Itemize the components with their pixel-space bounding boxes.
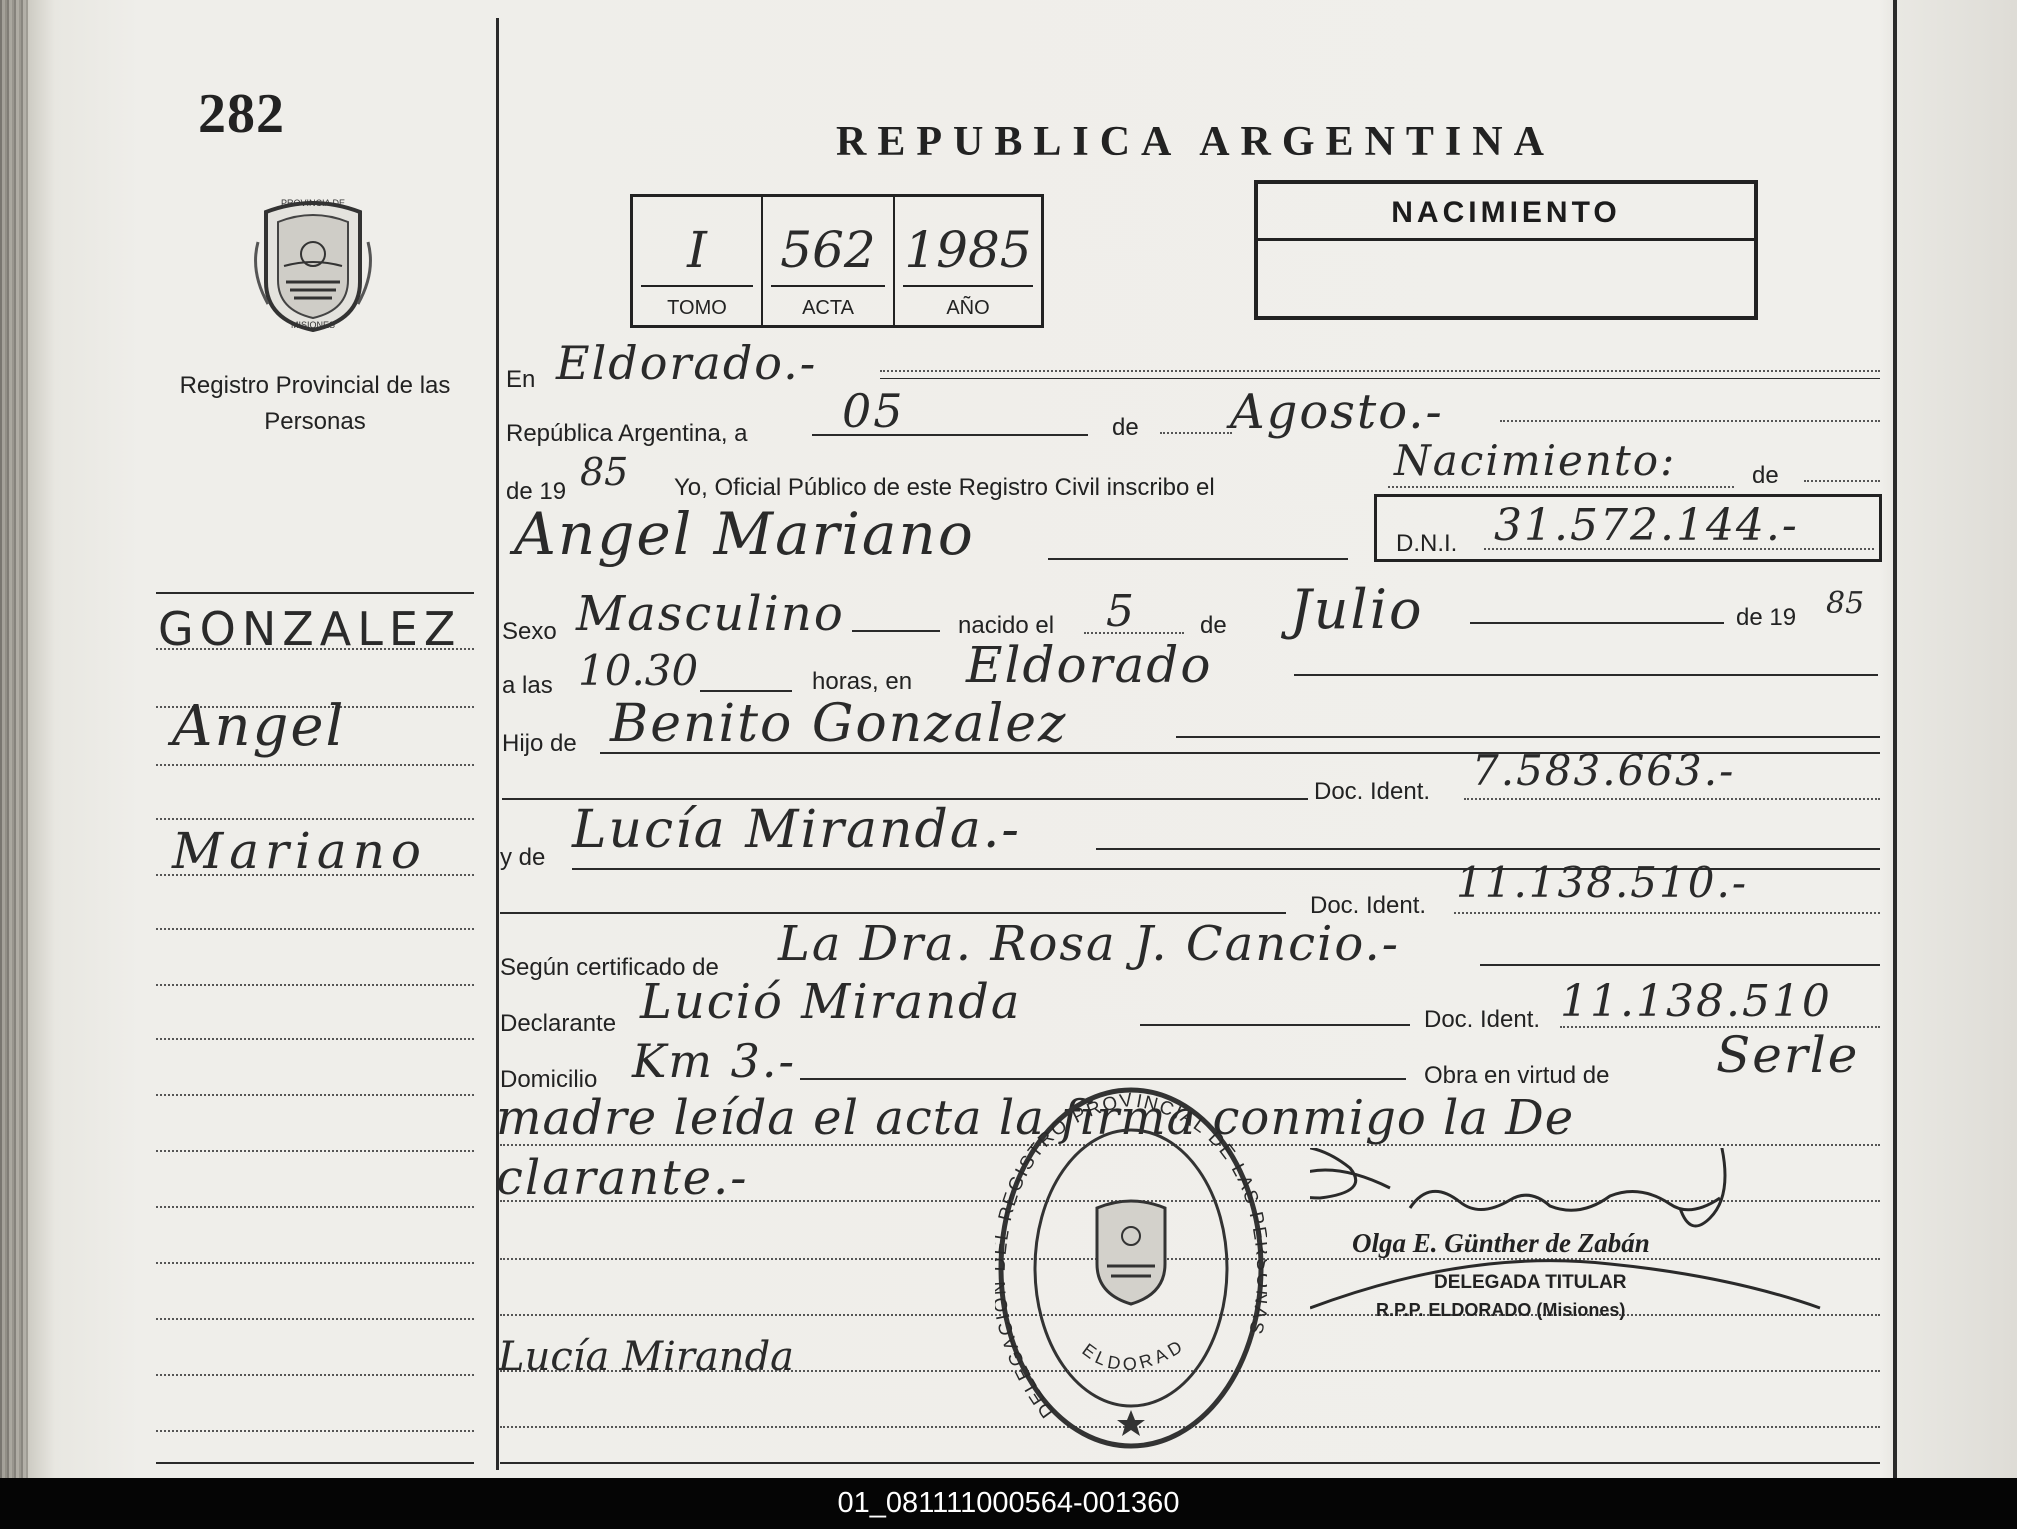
anio-cell: 1985 AÑO <box>895 197 1041 325</box>
sexo-label: Sexo <box>502 618 557 645</box>
official-name: Olga E. Günther de Zabán <box>1352 1228 1650 1258</box>
column-divider <box>496 18 499 1470</box>
birth-day-value: 5 <box>1106 586 1136 637</box>
declarant-value: Lució Miranda <box>640 974 1022 1030</box>
hour-value: 10.30 <box>578 646 699 695</box>
acta-cell: 562 ACTA <box>763 197 895 325</box>
birth-month-value: Julio <box>1290 578 1424 641</box>
dni-label: D.N.I. <box>1396 530 1458 557</box>
birth-year-value: 85 <box>1826 586 1865 621</box>
tomo-cell: I TOMO <box>633 197 763 325</box>
en-value: Eldorado.- <box>556 336 818 390</box>
seal-text-top: PROVINCIA DE <box>281 198 345 208</box>
horas-label: horas, en <box>812 668 913 695</box>
dni-value: 31.572.144.- <box>1494 500 1799 551</box>
birth-certificate-page: 282 REPUBLICA ARGENTINA PROVINCIA DE MIS… <box>0 0 2017 1478</box>
y-de-label: y de <box>500 844 546 871</box>
record-kind-value: Nacimiento: <box>1394 436 1677 485</box>
year-value: 85 <box>580 450 629 494</box>
hijo-de-label: Hijo de <box>502 730 577 757</box>
declarant-doc-label: Doc. Ident. <box>1424 1006 1541 1033</box>
province-seal-icon: PROVINCIA DE MISIONES <box>248 192 378 334</box>
seal-text-bottom: MISIONES <box>291 320 335 330</box>
certificate-value: La Dra. Rosa J. Cancio.- <box>778 916 1400 972</box>
anio-value: 1985 <box>904 221 1032 279</box>
birth-year-prefix: de 19 <box>1736 604 1797 631</box>
acta-label: ACTA <box>802 297 854 319</box>
archive-id-footer: 01_081111000564-001360 <box>0 1478 2017 1529</box>
record-type-label: NACIMIENTO <box>1391 196 1621 229</box>
republica-label: República Argentina, a <box>506 420 748 447</box>
inscribe-text: Yo, Oficial Público de este Registro Civ… <box>674 474 1215 501</box>
month-value: Agosto.- <box>1230 384 1444 440</box>
declarant-signature: Lucía Miranda <box>498 1334 795 1380</box>
obra-value: Serle <box>1716 1026 1860 1084</box>
margin-second-name: Mariano <box>172 822 428 880</box>
birth-place-value: Eldorado <box>966 636 1213 694</box>
official-role: DELEGADA TITULAR <box>1434 1272 1627 1293</box>
obra-continuation-2: clarante.- <box>496 1150 749 1206</box>
declarant-doc-value: 11.138.510 <box>1560 976 1832 1027</box>
obra-label: Obra en virtud de <box>1424 1062 1610 1089</box>
page-number: 282 <box>198 83 285 145</box>
father-doc-value: 7.583.663.- <box>1472 746 1736 795</box>
day-value: 05 <box>842 384 905 438</box>
de-label-1: de <box>1112 414 1139 441</box>
de-label-2: de <box>1752 462 1779 489</box>
official-signature-block: Olga E. Günther de Zabán DELEGADA TITULA… <box>1310 1148 1850 1338</box>
tomo-label: TOMO <box>667 297 727 319</box>
acta-value: 562 <box>780 221 876 279</box>
a-las-label: a las <box>502 672 553 699</box>
official-office: R.P.P. ELDORADO (Misiones) <box>1376 1300 1626 1320</box>
sexo-value: Masculino <box>576 586 845 642</box>
book-binding-edge <box>0 0 28 1478</box>
record-type-box: NACIMIENTO <box>1254 180 1758 320</box>
page-right-margin <box>1897 0 2017 1478</box>
record-number-box: I TOMO 562 ACTA 1985 AÑO <box>630 194 1044 328</box>
tomo-value: I <box>687 221 707 279</box>
document-title: REPUBLICA ARGENTINA <box>836 119 1555 165</box>
father-doc-label: Doc. Ident. <box>1314 778 1431 805</box>
official-round-stamp-icon: DELEGACION DEL REGISTRO PROVINCIAL DE LA… <box>986 1066 1271 1452</box>
father-name-value: Benito Gonzalez <box>610 694 1068 754</box>
mother-name-value: Lucía Miranda.- <box>572 800 1021 860</box>
anio-label: AÑO <box>946 297 990 319</box>
declarante-label: Declarante <box>500 1010 617 1037</box>
margin-rule <box>156 592 474 594</box>
en-label: En <box>506 366 536 393</box>
address-value: Km 3.- <box>632 1034 797 1088</box>
child-name-value: Angel Mariano <box>514 500 975 568</box>
mother-doc-value: 11.138.510.- <box>1456 858 1749 907</box>
margin-first-name: Angel <box>172 694 346 759</box>
margin-surname: GONZALEZ <box>158 602 462 656</box>
registry-name: Registro Provincial de las Personas <box>179 372 451 435</box>
